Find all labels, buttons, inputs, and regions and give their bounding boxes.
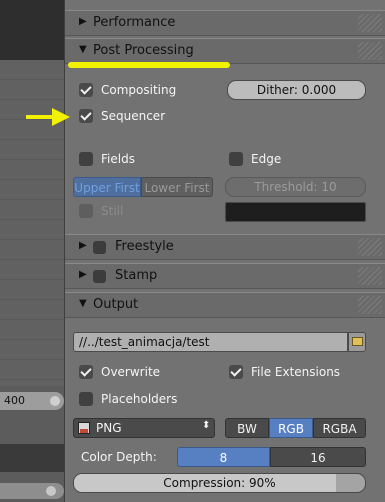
sequencer-checkbox[interactable]: [79, 109, 93, 123]
left-bottom-slider[interactable]: [0, 483, 64, 499]
color-mode-rgb[interactable]: RGB: [269, 418, 313, 438]
performance-label: Performance: [93, 15, 176, 30]
left-number-field[interactable]: 400: [0, 392, 64, 410]
fields-checkbox-row[interactable]: Fields: [79, 152, 179, 170]
collapsed-arrow-icon: ▶: [79, 16, 87, 27]
left-bottom-knob: [46, 486, 56, 496]
output-path-input[interactable]: //../test_animacja/test: [73, 332, 348, 352]
post-processing-label: Post Processing: [93, 43, 194, 58]
threshold-label: Threshold:: [254, 180, 318, 194]
overwrite-checkbox[interactable]: [79, 365, 93, 379]
left-panel-header-area: [0, 0, 64, 60]
output-panel-header[interactable]: ▼ Output: [65, 292, 385, 318]
stamp-panel-header[interactable]: ▶ Stamp: [65, 263, 385, 289]
color-depth-16[interactable]: 16: [270, 447, 366, 467]
upper-first-toggle[interactable]: Upper First: [73, 177, 141, 197]
compression-slider[interactable]: Compression: 90%: [73, 473, 366, 493]
freestyle-label: Freestyle: [115, 239, 174, 254]
dropdown-arrows-icon: ⬍: [202, 420, 211, 431]
compositing-checkbox[interactable]: [79, 83, 93, 97]
freestyle-enable-checkbox[interactable]: [93, 241, 106, 254]
fields-label: Fields: [101, 152, 135, 166]
file-format-dropdown[interactable]: PNG ⬍: [73, 418, 215, 438]
color-mode-bw[interactable]: BW: [225, 418, 269, 438]
expanded-arrow-icon: ▼: [79, 44, 87, 55]
left-panel-divider: [0, 444, 64, 472]
yellow-arrow-icon: [26, 108, 70, 126]
file-extensions-checkbox[interactable]: [229, 365, 243, 379]
placeholders-label: Placeholders: [101, 392, 178, 406]
still-label: Still: [101, 204, 124, 218]
dither-value: 0.000: [301, 83, 337, 97]
edge-label: Edge: [251, 152, 282, 166]
file-extensions-label: File Extensions: [251, 365, 341, 379]
properties-panel: ▶ Performance ▼ Post Processing Composit…: [64, 0, 385, 502]
file-browser-button[interactable]: [348, 332, 366, 352]
folder-icon: [352, 337, 363, 346]
left-field-value: 400: [4, 394, 25, 407]
edge-checkbox[interactable]: [229, 152, 243, 166]
color-depth-8[interactable]: 8: [177, 447, 270, 467]
still-checkbox-row[interactable]: Still: [79, 204, 179, 222]
fields-checkbox[interactable]: [79, 152, 93, 166]
overwrite-label: Overwrite: [101, 365, 161, 379]
compression-label: Compression:: [163, 476, 246, 490]
color-depth-label: Color Depth:: [81, 450, 157, 464]
dither-field[interactable]: Dither: 0.000: [227, 80, 366, 100]
overwrite-checkbox-row[interactable]: Overwrite: [79, 365, 209, 383]
freestyle-panel-header[interactable]: ▶ Freestyle: [65, 234, 385, 260]
expanded-arrow-icon: ▼: [79, 298, 87, 309]
highlight-underline: [68, 62, 230, 68]
stamp-label: Stamp: [115, 268, 158, 283]
compression-text: Compression: 90%: [74, 474, 365, 492]
placeholders-checkbox-row[interactable]: Placeholders: [79, 392, 209, 410]
placeholders-checkbox[interactable]: [79, 392, 93, 406]
drag-grip-icon[interactable]: [358, 42, 382, 60]
collapsed-arrow-icon: ▶: [79, 269, 87, 280]
post-processing-panel-header[interactable]: ▼ Post Processing: [65, 38, 385, 64]
image-icon: [78, 422, 90, 434]
compositing-checkbox-row[interactable]: Compositing: [79, 83, 209, 101]
drag-grip-icon[interactable]: [358, 14, 382, 32]
compression-value: 90%: [249, 476, 276, 490]
lower-first-toggle[interactable]: Lower First: [141, 177, 213, 197]
output-label: Output: [93, 297, 139, 312]
stamp-enable-checkbox[interactable]: [93, 270, 106, 283]
drag-grip-icon[interactable]: [358, 296, 382, 314]
file-extensions-checkbox-row[interactable]: File Extensions: [229, 365, 379, 383]
dither-label: Dither:: [256, 83, 298, 97]
left-field-knob: [50, 396, 60, 406]
sequencer-label: Sequencer: [101, 109, 166, 123]
performance-panel-header[interactable]: ▶ Performance: [65, 10, 385, 36]
drag-grip-icon[interactable]: [358, 238, 382, 256]
collapsed-arrow-icon: ▶: [79, 240, 87, 251]
drag-grip-icon[interactable]: [358, 267, 382, 285]
file-format-value: PNG: [96, 421, 122, 435]
threshold-value: 10: [321, 180, 337, 194]
color-mode-rgba[interactable]: RGBA: [313, 418, 366, 438]
sequencer-checkbox-row[interactable]: Sequencer: [79, 109, 209, 127]
edge-checkbox-row[interactable]: Edge: [229, 152, 329, 170]
compositing-label: Compositing: [101, 83, 177, 97]
still-checkbox[interactable]: [79, 204, 93, 218]
edge-color-swatch[interactable]: [225, 202, 366, 222]
threshold-field[interactable]: Threshold: 10: [225, 177, 366, 197]
